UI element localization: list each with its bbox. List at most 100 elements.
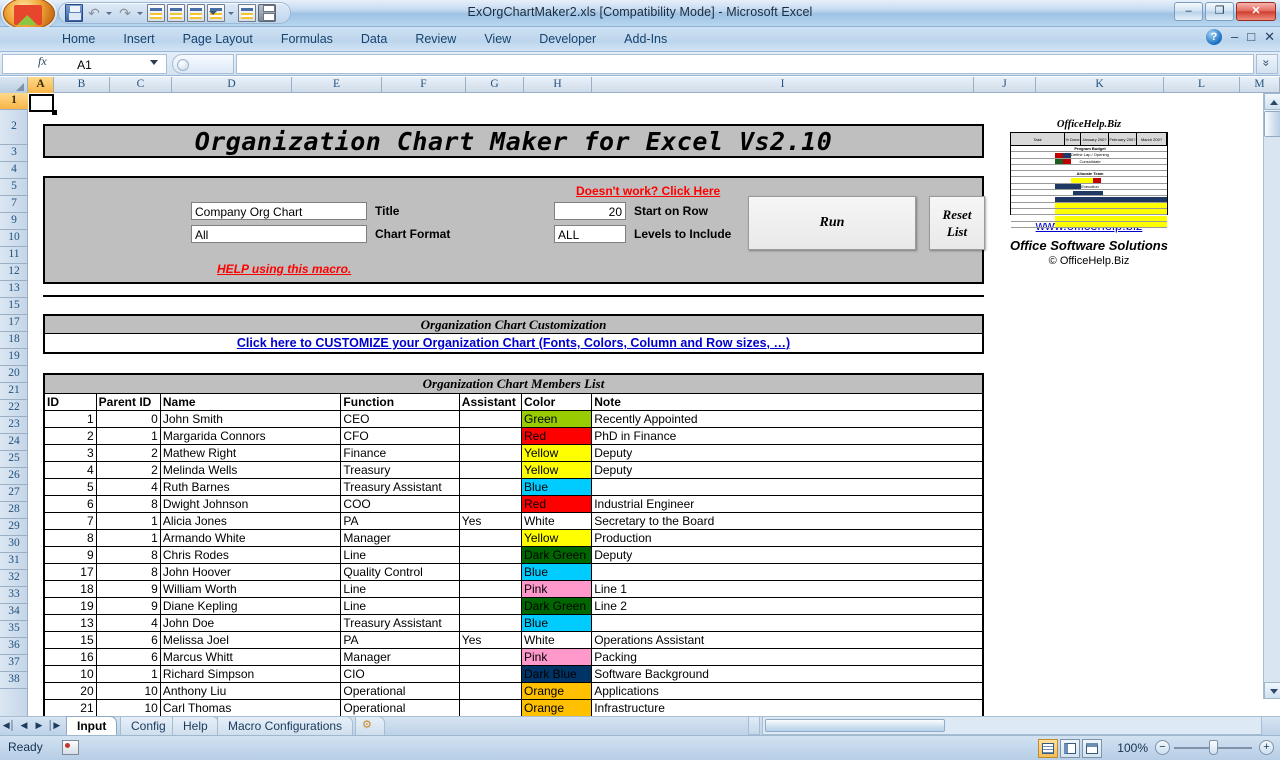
horizontal-scrollbar[interactable] — [762, 716, 1262, 735]
active-cell-a1[interactable] — [29, 94, 54, 112]
table-row[interactable]: 2110Carl ThomasOperationalOrangeInfrastr… — [44, 700, 983, 717]
cell-note[interactable]: Recently Appointed — [592, 411, 983, 428]
cell-name[interactable]: Chris Rodes — [160, 547, 341, 564]
cell-assistant[interactable] — [459, 445, 521, 462]
table-row[interactable]: 134John DoeTreasury AssistantBlue — [44, 615, 983, 632]
cell-color[interactable]: Yellow — [521, 462, 591, 479]
cell-color[interactable]: Yellow — [521, 530, 591, 547]
column-header-J[interactable]: J — [974, 77, 1036, 93]
formula-input[interactable] — [236, 54, 1254, 74]
cell-id[interactable]: 8 — [44, 530, 96, 547]
cell-assistant[interactable] — [459, 428, 521, 445]
cell-parent-id[interactable]: 9 — [96, 581, 160, 598]
column-header-L[interactable]: L — [1164, 77, 1240, 93]
row-header-17[interactable]: 17 — [0, 315, 28, 332]
column-header-E[interactable]: E — [292, 77, 382, 93]
cell-assistant[interactable] — [459, 615, 521, 632]
table-row[interactable]: 166Marcus WhittManagerPinkPacking — [44, 649, 983, 666]
cell-name[interactable]: Dwight Johnson — [160, 496, 341, 513]
row-header-22[interactable]: 22 — [0, 400, 28, 417]
chart-format-input[interactable]: All — [191, 225, 367, 243]
table-row[interactable]: 71Alicia JonesPAYesWhiteSecretary to the… — [44, 513, 983, 530]
cell-note[interactable]: Secretary to the Board — [592, 513, 983, 530]
table-row[interactable]: 21Margarida ConnorsCFORedPhD in Finance — [44, 428, 983, 445]
levels-input[interactable]: ALL — [554, 225, 626, 243]
minimize-button[interactable]: – — [1174, 2, 1203, 21]
table-row[interactable]: 10John SmithCEOGreenRecently Appointed — [44, 411, 983, 428]
cell-id[interactable]: 7 — [44, 513, 96, 530]
cell-note[interactable]: Deputy — [592, 462, 983, 479]
tab-review[interactable]: Review — [401, 27, 470, 52]
cell-note[interactable]: PhD in Finance — [592, 428, 983, 445]
cell-color[interactable]: White — [521, 632, 591, 649]
select-all-corner[interactable] — [0, 77, 28, 93]
cell-id[interactable]: 2 — [44, 428, 96, 445]
cell-parent-id[interactable]: 6 — [96, 649, 160, 666]
cell-name[interactable]: William Worth — [160, 581, 341, 598]
cell-color[interactable]: Red — [521, 428, 591, 445]
customize-link[interactable]: Click here to CUSTOMIZE your Organizatio… — [237, 336, 790, 350]
cell-parent-id[interactable]: 0 — [96, 411, 160, 428]
table-row[interactable]: 199Diane KeplingLineDark GreenLine 2 — [44, 598, 983, 615]
column-header-G[interactable]: G — [466, 77, 524, 93]
cell-function[interactable]: Line — [341, 598, 459, 615]
row-header-27[interactable]: 27 — [0, 485, 28, 502]
cell-note[interactable]: Line 2 — [592, 598, 983, 615]
cell-id[interactable]: 19 — [44, 598, 96, 615]
cell-name[interactable]: Melissa Joel — [160, 632, 341, 649]
cell-function[interactable]: Finance — [341, 445, 459, 462]
name-box-chevron-down-icon[interactable] — [150, 60, 158, 65]
cell-id[interactable]: 15 — [44, 632, 96, 649]
cell-parent-id[interactable]: 6 — [96, 632, 160, 649]
table-row[interactable]: 189William WorthLinePinkLine 1 — [44, 581, 983, 598]
cell-parent-id[interactable]: 1 — [96, 666, 160, 683]
cell-assistant[interactable]: Yes — [459, 513, 521, 530]
cell-color[interactable]: Dark Blue — [521, 666, 591, 683]
table-row[interactable]: 178John HooverQuality ControlBlue — [44, 564, 983, 581]
cell-name[interactable]: Mathew Right — [160, 445, 341, 462]
prev-sheet-icon[interactable]: ◀ — [17, 718, 31, 733]
doesnt-work-link[interactable]: Doesn't work? Click Here — [576, 184, 720, 198]
cell-name[interactable]: Ruth Barnes — [160, 479, 341, 496]
vertical-scroll-thumb[interactable] — [1264, 111, 1280, 137]
cell-parent-id[interactable]: 8 — [96, 547, 160, 564]
last-sheet-icon[interactable]: │▶ — [47, 718, 61, 733]
expand-formula-bar-icon[interactable] — [1256, 54, 1278, 74]
column-header-K[interactable]: K — [1036, 77, 1164, 93]
table-row[interactable]: 68Dwight JohnsonCOORedIndustrial Enginee… — [44, 496, 983, 513]
table-row[interactable]: 81Armando WhiteManagerYellowProduction — [44, 530, 983, 547]
cell-assistant[interactable] — [459, 411, 521, 428]
cell-function[interactable]: Quality Control — [341, 564, 459, 581]
cell-name[interactable]: John Doe — [160, 615, 341, 632]
run-button[interactable]: Run — [748, 196, 916, 250]
cell-parent-id[interactable]: 8 — [96, 564, 160, 581]
table-row[interactable]: 54Ruth BarnesTreasury AssistantBlue — [44, 479, 983, 496]
cell-assistant[interactable] — [459, 683, 521, 700]
cell-id[interactable]: 17 — [44, 564, 96, 581]
cell-color[interactable]: Pink — [521, 649, 591, 666]
row-header-7[interactable]: 7 — [0, 196, 28, 213]
row-header-1[interactable]: 1 — [0, 93, 28, 110]
tab-formulas[interactable]: Formulas — [267, 27, 347, 52]
cell-color[interactable]: Green — [521, 411, 591, 428]
cell-assistant[interactable] — [459, 598, 521, 615]
tab-split-handle[interactable] — [748, 716, 760, 735]
cell-parent-id[interactable]: 2 — [96, 445, 160, 462]
cell-assistant[interactable] — [459, 666, 521, 683]
cell-name[interactable]: Diane Kepling — [160, 598, 341, 615]
cell-assistant[interactable] — [459, 649, 521, 666]
cell-assistant[interactable] — [459, 547, 521, 564]
ribbon-close-icon[interactable]: ✕ — [1264, 30, 1275, 44]
row-header-10[interactable]: 10 — [0, 230, 28, 247]
zoom-out-button[interactable]: − — [1155, 740, 1170, 755]
cell-name[interactable]: Alicia Jones — [160, 513, 341, 530]
cell-name[interactable]: John Hoover — [160, 564, 341, 581]
cell-function[interactable]: Manager — [341, 530, 459, 547]
cell-color[interactable]: Yellow — [521, 445, 591, 462]
next-sheet-icon[interactable]: ▶ — [32, 718, 46, 733]
cell-parent-id[interactable]: 1 — [96, 513, 160, 530]
cell-parent-id[interactable]: 9 — [96, 598, 160, 615]
column-header-A[interactable]: A — [28, 77, 54, 93]
scroll-down-icon[interactable] — [1264, 682, 1280, 699]
cell-assistant[interactable] — [459, 462, 521, 479]
